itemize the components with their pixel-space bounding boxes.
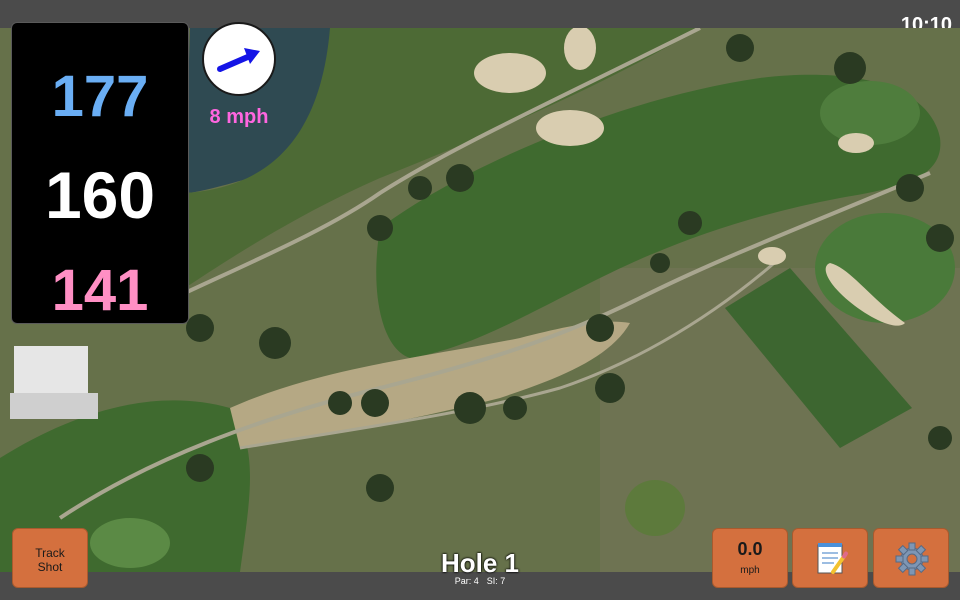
speed-unit: mph bbox=[740, 565, 760, 576]
speed-value: 0.0 bbox=[737, 539, 763, 559]
notepad-icon bbox=[817, 543, 848, 574]
hole-title: Hole 1 bbox=[440, 548, 520, 578]
front-distance: 141 bbox=[51, 258, 149, 323]
track-shot-label-line1: Track bbox=[35, 546, 65, 560]
back-distance: 177 bbox=[51, 64, 149, 129]
wind-speed: 8 mph bbox=[209, 106, 269, 128]
speed-button[interactable]: 0.0 mph bbox=[712, 528, 788, 588]
stroke-index-label: SI: 7 bbox=[486, 576, 506, 586]
notes-button[interactable] bbox=[792, 528, 868, 588]
gear-icon bbox=[895, 542, 929, 576]
hole-info: Par: 4 SI: 7 bbox=[400, 576, 560, 586]
wind-direction-dial bbox=[202, 22, 276, 96]
distance-panel: 177 160 141 bbox=[11, 22, 189, 324]
track-shot-button[interactable]: Track Shot bbox=[12, 528, 88, 588]
wind-arrow-icon bbox=[217, 48, 260, 72]
track-shot-label-line2: Shot bbox=[37, 560, 63, 574]
middle-distance: 160 bbox=[44, 158, 156, 232]
settings-button[interactable] bbox=[873, 528, 949, 588]
par-label: Par: 4 bbox=[454, 576, 479, 586]
